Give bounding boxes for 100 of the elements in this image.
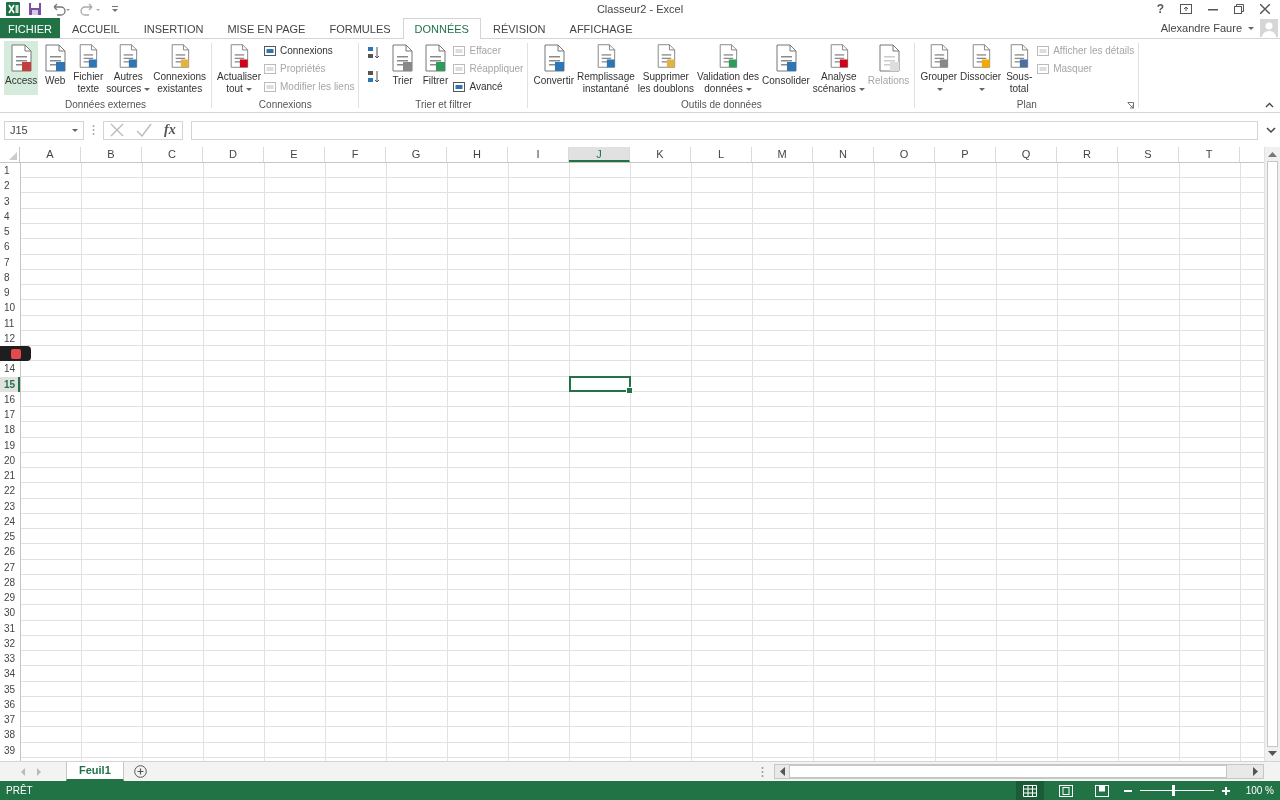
row-header[interactable]: 1 [4, 165, 10, 176]
ribbon-tab[interactable]: AFFICHAGE [557, 18, 645, 38]
column-header[interactable]: B [81, 147, 142, 162]
ribbon-button[interactable]: Dissocier [959, 41, 1003, 95]
column-header[interactable]: A [20, 147, 81, 162]
column-header[interactable]: O [874, 147, 935, 162]
row-header[interactable]: 33 [4, 653, 16, 664]
scroll-up-icon[interactable] [1268, 151, 1277, 157]
row-header[interactable]: 25 [4, 531, 16, 542]
row-header[interactable]: 10 [4, 302, 16, 314]
row-header[interactable]: 7 [4, 256, 10, 268]
ribbon-button[interactable]: Fichier texte [72, 41, 105, 95]
formula-input[interactable] [190, 120, 1258, 140]
save-icon[interactable] [28, 2, 42, 16]
column-header[interactable]: Q [996, 147, 1057, 162]
column-header[interactable]: F [325, 147, 386, 162]
ribbon-tab[interactable]: FORMULES [317, 18, 403, 38]
column-header[interactable]: E [264, 147, 325, 162]
collapse-ribbon-icon[interactable] [1265, 102, 1274, 108]
column-header[interactable]: C [142, 147, 203, 162]
row-header[interactable]: 37 [4, 714, 16, 725]
ribbon-button[interactable]: Connexions existantes [152, 41, 208, 95]
ribbon-button[interactable]: Analyse scénarios [811, 41, 866, 95]
ribbon-tab[interactable]: INSERTION [131, 18, 216, 38]
row-header[interactable]: 36 [4, 698, 16, 710]
row-header[interactable]: 24 [4, 515, 16, 527]
ribbon-small-button[interactable]: Connexions [263, 43, 355, 58]
row-header[interactable]: 32 [4, 637, 16, 649]
ribbon-button[interactable]: Actualiser tout [216, 41, 262, 95]
column-header[interactable]: P [935, 147, 996, 162]
normal-view-button[interactable] [1015, 781, 1044, 800]
row-header[interactable]: 28 [4, 576, 16, 588]
scroll-right-icon[interactable] [1253, 767, 1259, 776]
zoom-level[interactable]: 100 % [1245, 785, 1274, 796]
horizontal-scrollbar[interactable] [774, 764, 1264, 779]
row-header[interactable]: 14 [4, 363, 16, 375]
zoom-slider-thumb[interactable] [1171, 785, 1175, 796]
ribbon-button[interactable]: Web [39, 41, 72, 95]
row-header[interactable]: 18 [4, 424, 16, 436]
check-icon[interactable] [136, 123, 152, 137]
column-header[interactable]: J [569, 147, 630, 162]
column-header[interactable]: D [203, 147, 264, 162]
sort-descending-icon[interactable] [367, 69, 382, 85]
ribbon-tab[interactable]: MISE EN PAGE [215, 18, 318, 38]
column-header[interactable]: T [1179, 147, 1240, 162]
row-header[interactable]: 16 [4, 393, 16, 405]
ribbon-tab[interactable]: RÉVISION [480, 18, 558, 38]
row-header[interactable]: 30 [4, 607, 16, 619]
ribbon-button[interactable]: Consolider [761, 41, 811, 95]
row-header[interactable]: 17 [4, 409, 16, 420]
stop-recording-button[interactable] [0, 346, 31, 361]
row-header[interactable]: 35 [4, 683, 16, 695]
row-header[interactable]: 9 [4, 287, 10, 298]
insert-function-button[interactable]: fx [164, 122, 176, 138]
row-header[interactable]: 21 [4, 470, 16, 481]
ribbon-button[interactable]: Validation des données [695, 41, 761, 95]
expand-icon[interactable] [1266, 126, 1276, 134]
ribbon-button[interactable]: Remplissage instantané [576, 41, 636, 95]
column-header[interactable]: G [386, 147, 447, 162]
file-tab[interactable]: FICHIER [0, 18, 60, 38]
column-header[interactable]: N [813, 147, 874, 162]
zoom-in-icon[interactable] [1221, 786, 1230, 795]
name-box[interactable]: J15 [4, 120, 84, 140]
row-header[interactable]: 27 [4, 561, 16, 573]
ribbon-button[interactable]: Sous- total [1003, 41, 1036, 95]
row-header[interactable]: 12 [4, 332, 16, 344]
cell-grid[interactable] [21, 163, 1264, 761]
row-header[interactable]: 39 [4, 744, 16, 756]
row-header[interactable]: 22 [4, 485, 16, 497]
row-header[interactable]: 34 [4, 668, 16, 680]
ribbon-display-icon[interactable] [1180, 4, 1192, 14]
restore-icon[interactable] [1234, 4, 1244, 14]
ribbon-button[interactable]: Filtrer [419, 41, 452, 95]
column-header[interactable]: M [752, 147, 813, 162]
row-header[interactable]: 5 [4, 226, 10, 237]
user-name[interactable]: Alexandre Faure [1160, 22, 1242, 34]
help-button[interactable]: ? [1156, 2, 1164, 16]
row-header[interactable]: 38 [4, 729, 16, 741]
row-header[interactable]: 8 [4, 271, 10, 283]
column-header[interactable]: H [447, 147, 508, 162]
close-icon[interactable] [1260, 4, 1270, 14]
row-header[interactable]: 4 [4, 210, 10, 222]
row-header[interactable]: 11 [4, 317, 15, 329]
vertical-scrollbar[interactable] [1264, 147, 1280, 761]
sheet-tab[interactable]: Feuil1 [66, 761, 124, 781]
row-header[interactable]: 29 [4, 592, 16, 603]
scroll-down-icon[interactable] [1268, 751, 1277, 757]
scroll-left-icon[interactable] [779, 767, 785, 776]
row-header[interactable]: 23 [4, 500, 16, 512]
row-header[interactable]: 20 [4, 454, 16, 466]
ribbon-tab[interactable]: DONNÉES [402, 18, 481, 39]
ribbon-button[interactable]: Grouper [919, 41, 959, 95]
ribbon-small-button[interactable]: Avancé [452, 79, 524, 94]
row-header[interactable]: 6 [4, 241, 10, 253]
row-header[interactable]: 19 [4, 439, 16, 451]
column-header[interactable]: S [1118, 147, 1179, 162]
ribbon-button[interactable]: Trier [386, 41, 419, 95]
column-header[interactable]: R [1057, 147, 1118, 162]
row-header[interactable]: 31 [4, 622, 16, 634]
sort-ascending-icon[interactable] [367, 45, 382, 61]
